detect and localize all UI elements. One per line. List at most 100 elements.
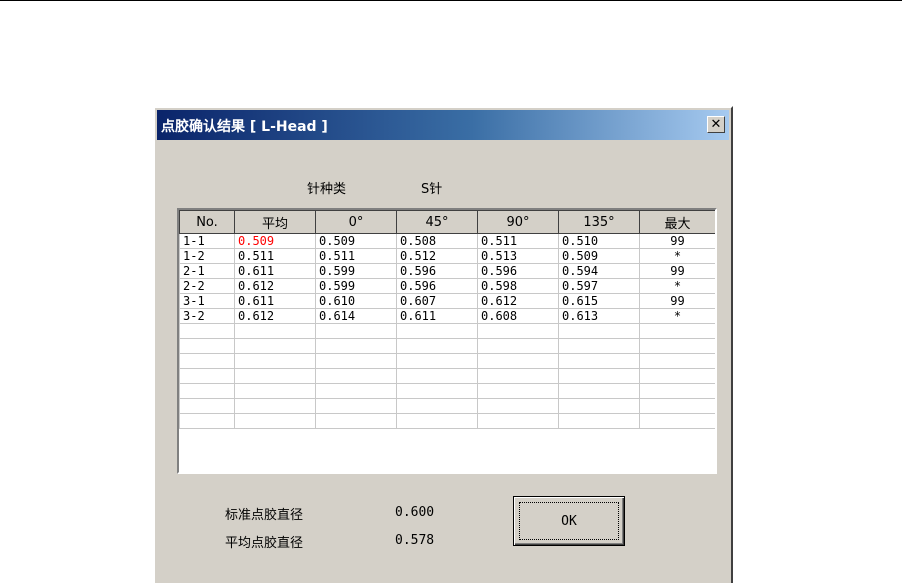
close-button[interactable]: ✕ [707,116,725,133]
empty-cell [315,323,397,339]
empty-cell [639,383,715,399]
dialog-title: 点胶确认结果 [ L-Head ] [161,119,328,135]
empty-cell [558,323,640,339]
standard-diameter-label: 标准点胶直径 [225,508,304,523]
empty-cell [396,368,478,384]
empty-cell [477,383,559,399]
table-row[interactable]: 3-1 0.611 0.610 0.607 0.612 0.615 99 [179,293,715,309]
table-cell: 99 [639,233,715,249]
table-cell: 0.611 [234,263,316,279]
empty-cell [234,398,316,414]
table-cell: 0.509 [315,233,397,249]
table-cell: 0.613 [558,308,640,324]
table-cell: 0.599 [315,278,397,294]
table-cell: * [639,278,715,294]
column-header[interactable]: No. [179,210,235,234]
ok-button[interactable]: OK [513,496,625,546]
table-cell: 0.611 [396,308,478,324]
top-rule [0,0,902,1]
table-cell: 0.615 [558,293,640,309]
table-cell: 0.509 [234,233,316,249]
empty-cell [179,353,235,369]
table-row[interactable]: 1-2 0.511 0.511 0.512 0.513 0.509 * [179,248,715,264]
result-dialog: 点胶确认结果 [ L-Head ] ✕ 针种类 S针 No. 平均 0° 45° 90°… [153,106,733,583]
empty-cell [234,338,316,354]
empty-cell [477,368,559,384]
column-header[interactable]: 最大 [639,210,715,234]
empty-cell [396,323,478,339]
empty-row [179,338,715,354]
table-cell: 99 [639,293,715,309]
empty-cell [315,338,397,354]
empty-cell [315,398,397,414]
table-cell: 3-2 [179,308,235,324]
table-cell: 0.511 [234,248,316,264]
table-cell: 0.513 [477,248,559,264]
column-header[interactable]: 45° [396,210,478,234]
empty-cell [396,338,478,354]
table-cell: 0.608 [477,308,559,324]
empty-cell [234,353,316,369]
close-icon: ✕ [710,117,722,132]
table-cell: 0.596 [477,263,559,279]
empty-cell [477,398,559,414]
table-cell: 99 [639,263,715,279]
empty-cell [179,368,235,384]
table-cell: 0.612 [477,293,559,309]
empty-row [179,323,715,339]
empty-cell [558,353,640,369]
empty-row [179,353,715,369]
empty-cell [315,413,397,429]
table-cell: 0.614 [315,308,397,324]
empty-row [179,398,715,414]
table-row[interactable]: 2-1 0.611 0.599 0.596 0.596 0.594 99 [179,263,715,279]
table-cell: 0.508 [396,233,478,249]
empty-row [179,413,715,429]
table-cell: 0.599 [315,263,397,279]
table-cell: 0.612 [234,278,316,294]
table-cell: 0.596 [396,263,478,279]
empty-cell [179,413,235,429]
empty-cell [234,383,316,399]
empty-cell [234,368,316,384]
empty-cell [639,338,715,354]
column-header[interactable]: 0° [315,210,397,234]
table-row[interactable]: 1-1 0.509 0.509 0.508 0.511 0.510 99 [179,233,715,249]
column-header[interactable]: 135° [558,210,640,234]
column-header[interactable]: 平均 [234,210,316,234]
focus-rect [519,502,619,540]
header-row: No. 平均 0° 45° 90° 135° 最大 [179,210,715,234]
column-header[interactable]: 90° [477,210,559,234]
empty-cell [639,413,715,429]
table-cell: 0.598 [477,278,559,294]
table-cell: 0.511 [315,248,397,264]
empty-cell [477,323,559,339]
table-row[interactable]: 2-2 0.612 0.599 0.596 0.598 0.597 * [179,278,715,294]
table-cell: 0.597 [558,278,640,294]
table-row[interactable]: 3-2 0.612 0.614 0.611 0.608 0.613 * [179,308,715,324]
empty-cell [558,383,640,399]
empty-cell [396,353,478,369]
empty-cell [234,323,316,339]
table-cell: 0.510 [558,233,640,249]
table-cell: 1-2 [179,248,235,264]
empty-cell [315,353,397,369]
empty-cell [558,368,640,384]
table-cell: 3-1 [179,293,235,309]
table-cell: 2-1 [179,263,235,279]
empty-cell [396,413,478,429]
table-cell: * [639,308,715,324]
table-cell: 1-1 [179,233,235,249]
table-cell: 0.607 [396,293,478,309]
empty-cell [234,413,316,429]
empty-cell [179,323,235,339]
result-grid[interactable]: No. 平均 0° 45° 90° 135° 最大 1-1 0.509 0.509 0.508 0.… [177,208,717,474]
average-diameter-label: 平均点胶直径 [225,536,304,551]
empty-cell [477,353,559,369]
empty-cell [179,398,235,414]
result-table: No. 平均 0° 45° 90° 135° 最大 1-1 0.509 0.509 0.508 0.… [179,210,715,429]
empty-row [179,368,715,384]
empty-cell [639,368,715,384]
average-diameter-value: 0.578 [395,533,435,548]
title-bar[interactable]: 点胶确认结果 [ L-Head ] ✕ [157,110,729,140]
